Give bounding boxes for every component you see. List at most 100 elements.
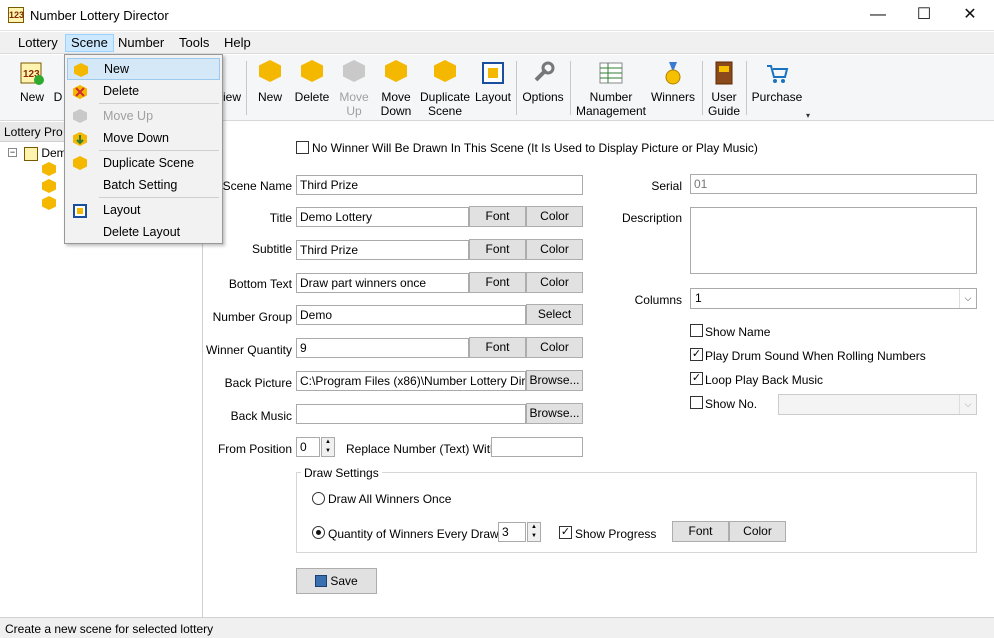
- spin-up-icon[interactable]: ▲: [322, 438, 334, 447]
- subtitle-color-button[interactable]: Color: [526, 239, 583, 260]
- bottom-text-color-button[interactable]: Color: [526, 272, 583, 293]
- number-group-select-button[interactable]: Select: [526, 304, 583, 325]
- move-down-button[interactable]: Move Down: [378, 58, 414, 118]
- qty-every-draw-spinner[interactable]: ▲ ▼: [527, 522, 541, 542]
- columns-select[interactable]: 1 ⌵: [690, 288, 977, 309]
- scene-menu-move-down[interactable]: Move Down: [67, 127, 220, 149]
- description-textarea[interactable]: [690, 207, 977, 274]
- back-picture-browse-button[interactable]: Browse...: [526, 370, 583, 391]
- medal-icon: [660, 60, 686, 86]
- menu-number[interactable]: Number: [113, 34, 169, 52]
- number-group-input[interactable]: Demo: [296, 305, 526, 325]
- winner-quantity-input[interactable]: 9: [296, 338, 469, 358]
- scene-node-icon[interactable]: [42, 179, 56, 193]
- replace-number-input[interactable]: [491, 437, 583, 457]
- serial-input[interactable]: 01: [690, 174, 977, 194]
- from-position-input[interactable]: 0: [296, 437, 320, 457]
- qty-every-draw-input[interactable]: 3: [498, 522, 526, 542]
- duplicate-scene-button[interactable]: Duplicate Scene: [418, 58, 472, 118]
- show-name-checkbox[interactable]: [690, 324, 703, 337]
- from-position-spinner[interactable]: ▲ ▼: [321, 437, 335, 457]
- menu-lottery[interactable]: Lottery: [13, 34, 63, 52]
- winner-quantity-color-button[interactable]: Color: [526, 337, 583, 358]
- options-button[interactable]: Options: [520, 58, 566, 118]
- close-button[interactable]: ✕: [947, 0, 993, 30]
- play-drum-label: Play Drum Sound When Rolling Numbers: [705, 349, 926, 363]
- subtitle-label: Subtitle: [251, 242, 292, 256]
- progress-font-button[interactable]: Font: [672, 521, 729, 542]
- cart-icon: [764, 60, 790, 86]
- show-no-label: Show No.: [705, 397, 758, 411]
- show-no-checkbox[interactable]: [690, 396, 703, 409]
- layout-button[interactable]: Layout: [474, 58, 512, 118]
- scene-node-icon[interactable]: [42, 196, 56, 210]
- back-music-input[interactable]: [296, 404, 526, 424]
- title-bar: 123 Number Lottery Director — ☐ ✕: [0, 0, 994, 31]
- purchase-button[interactable]: Purchase: [750, 58, 804, 118]
- winner-quantity-font-button[interactable]: Font: [469, 337, 526, 358]
- number-group-label: Number Group: [212, 310, 292, 324]
- minimize-button[interactable]: —: [855, 0, 901, 30]
- scene-menu-batch[interactable]: Batch Setting: [67, 174, 220, 196]
- winners-button[interactable]: Winners: [650, 58, 696, 118]
- columns-label: Columns: [634, 293, 682, 307]
- draw-all-radio[interactable]: [312, 492, 325, 505]
- loop-music-checkbox[interactable]: ✓: [690, 372, 703, 385]
- spin-down-icon[interactable]: ▼: [322, 447, 334, 456]
- subtitle-font-button[interactable]: Font: [469, 239, 526, 260]
- save-icon: [315, 575, 328, 587]
- title-input[interactable]: Demo Lottery: [296, 207, 469, 227]
- number-management-button[interactable]: Number Management: [574, 58, 648, 118]
- spin-down-icon[interactable]: ▼: [528, 532, 540, 541]
- scene-name-input[interactable]: Third Prize: [296, 175, 583, 195]
- no-winner-checkbox[interactable]: [296, 141, 309, 154]
- lottery-new-icon: 123: [19, 60, 45, 86]
- tree-root-item[interactable]: Dem: [24, 146, 67, 161]
- spin-up-icon[interactable]: ▲: [528, 523, 540, 532]
- scene-menu-delete[interactable]: Delete: [67, 80, 220, 102]
- menu-help[interactable]: Help: [219, 34, 256, 52]
- bottom-text-font-button[interactable]: Font: [469, 272, 526, 293]
- app-logo-icon: 123: [8, 7, 24, 23]
- show-name-label: Show Name: [705, 325, 771, 339]
- tree-collapse-icon[interactable]: −: [8, 148, 17, 157]
- back-picture-label: Back Picture: [224, 376, 292, 390]
- show-no-select[interactable]: ⌵: [778, 394, 977, 415]
- play-drum-checkbox[interactable]: ✓: [690, 348, 703, 361]
- subtitle-input[interactable]: Third Prize: [296, 240, 469, 260]
- back-picture-input[interactable]: C:\Program Files (x86)\Number Lottery Di…: [296, 371, 526, 391]
- scene-new-button[interactable]: New: [254, 58, 286, 118]
- progress-color-button[interactable]: Color: [729, 521, 786, 542]
- from-position-label: From Position: [217, 442, 292, 456]
- move-up-button[interactable]: Move Up: [338, 58, 370, 118]
- lottery-view-button[interactable]: iew: [222, 58, 242, 118]
- scene-delete-button[interactable]: Delete: [292, 58, 332, 118]
- back-music-browse-button[interactable]: Browse...: [526, 403, 583, 424]
- maximize-button[interactable]: ☐: [901, 0, 947, 30]
- user-guide-button[interactable]: User Guide: [706, 58, 742, 118]
- toolbar-overflow-icon[interactable]: ▾: [806, 111, 810, 120]
- scene-new-icon: [257, 60, 283, 86]
- scene-menu-delete-layout[interactable]: Delete Layout: [67, 221, 220, 243]
- scene-node-icon[interactable]: [42, 162, 56, 176]
- lottery-new-button[interactable]: 123 New: [14, 58, 50, 118]
- lottery-delete-button[interactable]: D: [52, 58, 64, 118]
- scene-delete-icon: [299, 60, 325, 86]
- scene-menu-new[interactable]: New: [67, 58, 220, 80]
- draw-settings-title: Draw Settings: [301, 466, 382, 480]
- menu-scene[interactable]: Scene: [65, 34, 114, 52]
- show-progress-checkbox[interactable]: ✓: [559, 526, 572, 539]
- delete-scene-icon: [73, 84, 87, 99]
- title-font-button[interactable]: Font: [469, 206, 526, 227]
- bottom-text-label: Bottom Text: [228, 277, 292, 291]
- scene-menu-move-up[interactable]: Move Up: [67, 105, 220, 127]
- chevron-down-icon: ⌵: [959, 289, 976, 308]
- scene-menu-duplicate[interactable]: Duplicate Scene: [67, 152, 220, 174]
- scene-form: No Winner Will Be Drawn In This Scene (I…: [204, 122, 994, 617]
- menu-tools[interactable]: Tools: [174, 34, 214, 52]
- qty-every-draw-radio[interactable]: [312, 526, 325, 539]
- save-button[interactable]: Save: [296, 568, 377, 594]
- scene-menu-layout[interactable]: Layout: [67, 199, 220, 221]
- title-color-button[interactable]: Color: [526, 206, 583, 227]
- bottom-text-input[interactable]: Draw part winners once: [296, 273, 469, 293]
